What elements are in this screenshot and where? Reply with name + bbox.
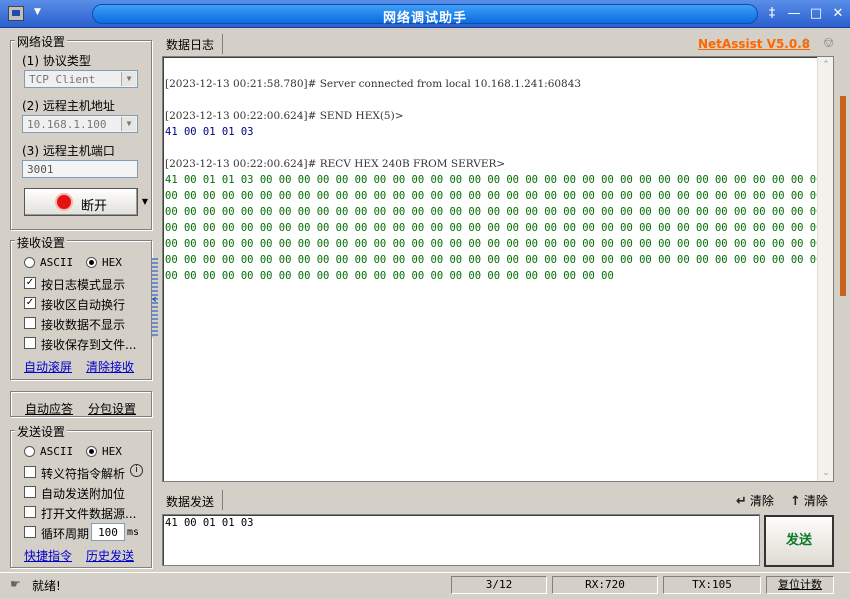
disconnect-button[interactable]: 断开 xyxy=(24,188,138,216)
status-ready: 就绪! xyxy=(32,579,61,593)
file-source-checkbox[interactable] xyxy=(24,506,36,518)
host-label: (2) 远程主机地址 xyxy=(22,99,115,113)
receive-ascii-radio[interactable] xyxy=(24,257,35,268)
log-recv-line: 00 00 00 00 00 00 00 00 00 00 00 00 00 0… xyxy=(165,254,834,266)
chevron-down-icon[interactable]: ▼ xyxy=(121,117,136,131)
log-scrollbar[interactable]: ⌃ ⌄ xyxy=(817,57,833,481)
receive-hex-label: HEX xyxy=(102,256,122,269)
status-count: 3/12 xyxy=(451,576,547,594)
log-send-data: 41 00 01 01 03 xyxy=(165,126,254,138)
collapse-left-icon[interactable]: ‹ xyxy=(152,292,157,306)
protocol-select[interactable]: TCP Client ▼ xyxy=(24,70,138,88)
send-button[interactable]: 发送 xyxy=(764,515,834,567)
up-arrow-icon: ↑ xyxy=(790,494,801,509)
scroll-down-icon[interactable]: ⌄ xyxy=(818,465,833,481)
auto-reply-button[interactable]: 自动应答 xyxy=(25,400,73,417)
port-label: (3) 远程主机端口 xyxy=(22,144,115,158)
undo-arrow-icon: ↵ xyxy=(736,494,747,509)
loop-checkbox[interactable] xyxy=(24,526,36,538)
tab-divider xyxy=(222,490,223,510)
port-field[interactable]: 3001 xyxy=(22,160,138,178)
status-icon: ☛ xyxy=(10,577,21,591)
append-bits-label: 自动发送附加位 xyxy=(41,487,126,501)
hide-data-label: 接收数据不显示 xyxy=(41,318,126,332)
log-recv-line: 00 00 00 00 00 00 00 00 00 00 00 00 00 0… xyxy=(165,270,614,282)
file-source-label: 打开文件数据源... xyxy=(41,507,137,521)
log-send-header: [2023-12-13 00:22:00.624]# SEND HEX(5)> xyxy=(165,110,404,122)
system-menu-arrow-icon[interactable]: ▼ xyxy=(34,7,41,17)
tab-divider xyxy=(222,34,223,54)
tab-data-send[interactable]: 数据发送 xyxy=(166,493,214,510)
brand-link[interactable]: NetAssist V5.0.8 xyxy=(698,37,810,51)
save-to-file-checkbox[interactable] xyxy=(24,337,36,349)
bell-icon[interactable]: ⎊ xyxy=(823,35,834,51)
send-ascii-label: ASCII xyxy=(40,445,74,458)
connection-status-icon xyxy=(57,195,71,209)
title-bar: ▼ 网络调试助手 ‡ — □ ✕ xyxy=(0,0,850,28)
log-recv-line: 41 00 01 01 03 00 00 00 00 00 00 00 00 0… xyxy=(165,174,834,186)
clear-count-button[interactable]: ↑ 清除 xyxy=(790,492,828,509)
scroll-up-icon[interactable]: ⌃ xyxy=(818,57,833,73)
send-input[interactable]: 41 00 01 01 03 xyxy=(162,514,760,566)
escape-parse-checkbox[interactable] xyxy=(24,466,36,478)
clear-receive-link[interactable]: 清除接收 xyxy=(86,358,134,375)
host-value: 10.168.1.100 xyxy=(27,118,107,131)
hide-data-checkbox[interactable] xyxy=(24,317,36,329)
dropdown-arrow-icon[interactable]: ▼ xyxy=(140,188,150,216)
skin-icon[interactable]: ♢ xyxy=(800,36,812,51)
log-recv-line: 00 00 00 00 00 00 00 00 00 00 00 00 00 0… xyxy=(165,206,834,218)
send-hex-radio[interactable] xyxy=(86,446,97,457)
protocol-value: TCP Client xyxy=(29,73,96,86)
protocol-label: (1) 协议类型 xyxy=(22,54,91,68)
network-settings-legend: 网络设置 xyxy=(15,33,68,50)
right-edge-stripe xyxy=(840,96,846,296)
minimize-button[interactable]: — xyxy=(784,5,804,23)
auto-wrap-label: 接收区自动换行 xyxy=(41,298,126,312)
loop-period-field[interactable]: 100 xyxy=(91,523,125,541)
log-mode-checkbox[interactable]: ✓ xyxy=(24,277,36,289)
chevron-down-icon[interactable]: ▼ xyxy=(121,72,136,86)
disconnect-label: 断开 xyxy=(81,199,108,214)
log-recv-line: 00 00 00 00 00 00 00 00 00 00 00 00 00 0… xyxy=(165,238,834,250)
status-rx: RX:720 xyxy=(552,576,658,594)
auto-scroll-link[interactable]: 自动滚屏 xyxy=(24,358,72,375)
append-bits-checkbox[interactable] xyxy=(24,486,36,498)
auto-wrap-checkbox[interactable]: ✓ xyxy=(24,297,36,309)
send-history-link[interactable]: 历史发送 xyxy=(86,547,134,564)
app-icon[interactable] xyxy=(8,6,24,21)
close-button[interactable]: ✕ xyxy=(828,5,848,23)
host-select[interactable]: 10.168.1.100 ▼ xyxy=(22,115,138,133)
save-to-file-label: 接收保存到文件... xyxy=(41,338,137,352)
send-ascii-radio[interactable] xyxy=(24,446,35,457)
send-hex-label: HEX xyxy=(102,445,122,458)
window-title: 网络调试助手 xyxy=(382,11,467,26)
log-connected: [2023-12-13 00:21:58.780]# Server connec… xyxy=(165,78,582,90)
escape-parse-label: 转义符指令解析 xyxy=(41,467,126,481)
clear-send-button[interactable]: ↵ 清除 xyxy=(736,492,774,509)
receive-log[interactable]: [2023-12-13 00:21:58.780]# Server connec… xyxy=(162,56,834,482)
status-tx: TX:105 xyxy=(663,576,761,594)
log-mode-label: 按日志模式显示 xyxy=(41,278,126,292)
send-settings-legend: 发送设置 xyxy=(15,423,68,440)
packet-setting-button[interactable]: 分包设置 xyxy=(88,400,136,417)
receive-settings-legend: 接收设置 xyxy=(15,234,68,251)
loop-label: 循环周期 xyxy=(41,527,90,541)
log-recv-line: 00 00 00 00 00 00 00 00 00 00 00 00 00 0… xyxy=(165,222,834,234)
title-pill: 网络调试助手 xyxy=(92,4,758,26)
loop-unit: ms xyxy=(127,527,140,538)
receive-ascii-label: ASCII xyxy=(40,256,74,269)
receive-hex-radio[interactable] xyxy=(86,257,97,268)
status-bar: ☛ 就绪! 3/12 RX:720 TX:105 复位计数 xyxy=(0,572,850,599)
tab-data-log[interactable]: 数据日志 xyxy=(166,36,214,53)
maximize-button[interactable]: □ xyxy=(806,5,826,23)
shortcut-command-link[interactable]: 快捷指令 xyxy=(24,547,72,564)
log-recv-line: 00 00 00 00 00 00 00 00 00 00 00 00 00 0… xyxy=(165,190,834,202)
clear-send-label: 清除 xyxy=(749,494,774,508)
reset-count-button[interactable]: 复位计数 xyxy=(766,576,834,594)
log-recv-header: [2023-12-13 00:22:00.624]# RECV HEX 240B… xyxy=(165,158,506,170)
clear-count-label: 清除 xyxy=(803,494,828,508)
info-icon[interactable]: i xyxy=(130,464,143,477)
pin-icon[interactable]: ‡ xyxy=(762,5,782,23)
